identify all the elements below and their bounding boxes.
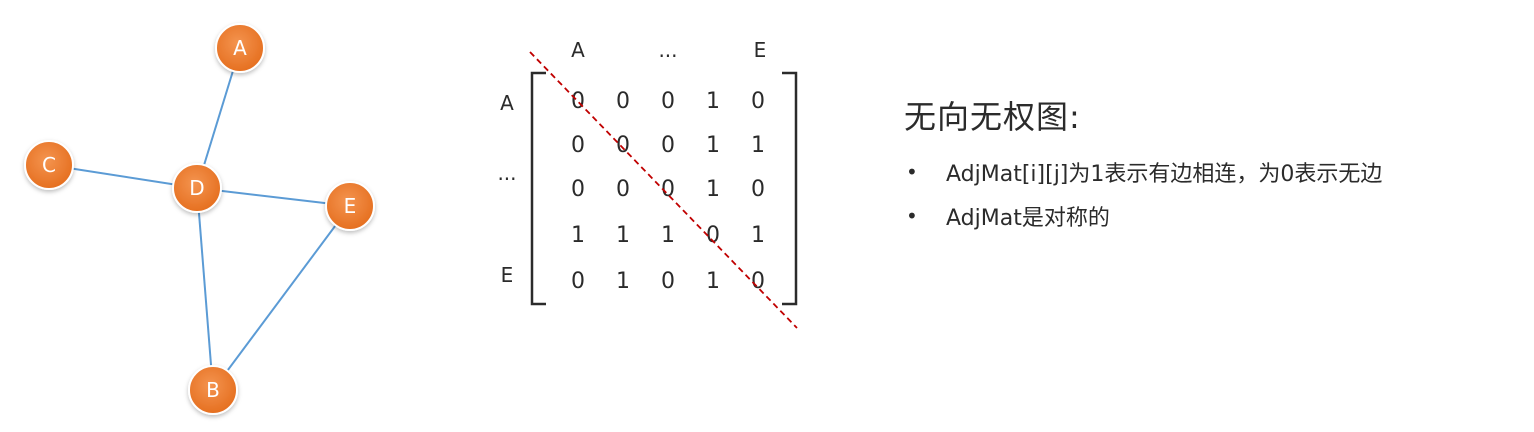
matrix-cell: 0 (571, 177, 585, 202)
matrix-cell: 0 (571, 269, 585, 294)
node-b: B (188, 365, 238, 415)
description-panel: 无向无权图: • AdjMat[i][j]为1表示有边相连，为0表示无边 • A… (904, 92, 1524, 238)
matrix-column-header: E (754, 38, 767, 62)
node-label: A (233, 36, 247, 60)
matrix-cell: 0 (751, 89, 765, 114)
matrix-cell: 0 (616, 177, 630, 202)
matrix-column-header: A (571, 38, 585, 62)
node-label: D (189, 176, 204, 200)
matrix-cell: 1 (751, 133, 765, 158)
matrix-row-header: E (501, 263, 514, 287)
matrix-cell: 1 (706, 133, 720, 158)
matrix-cell: 0 (571, 89, 585, 114)
matrix-cell: 1 (706, 89, 720, 114)
matrix-cell: 1 (706, 269, 720, 294)
matrix-cell: 1 (706, 177, 720, 202)
matrix-cell: 1 (571, 223, 585, 248)
matrix-cell: 1 (661, 223, 675, 248)
node-d: D (172, 163, 222, 213)
matrix-cell: 1 (616, 223, 630, 248)
matrix-cell: 0 (571, 133, 585, 158)
node-label: B (206, 378, 220, 402)
edge-e-b (212, 205, 351, 391)
matrix-right-bracket (782, 71, 798, 306)
bullet-item: • AdjMat是对称的 (904, 194, 1524, 238)
matrix-cells: 0 0 0 1 00 0 0 1 10 0 0 1 01 1 1 0 10 1 0 1 0 (571, 89, 765, 294)
matrix-cell: 0 (661, 89, 675, 114)
bullet-icon: • (906, 204, 918, 228)
bullet-text: AdjMat是对称的 (946, 206, 1110, 231)
matrix-row-headers: A... E (497, 91, 516, 287)
bullet-item: • AdjMat[i][j]为1表示有边相连，为0表示无边 (904, 150, 1524, 194)
matrix-column-headers: A... E (571, 38, 766, 62)
matrix-cell: 0 (616, 89, 630, 114)
node-a: A (215, 23, 265, 73)
node-e: E (325, 181, 375, 231)
node-label: E (344, 194, 357, 218)
panel-title: 无向无权图: (904, 98, 1081, 136)
matrix-row-header: ... (497, 161, 516, 185)
matrix-left-bracket (530, 71, 546, 306)
matrix-cell: 0 (661, 269, 675, 294)
matrix-row-header: A (500, 91, 514, 115)
bullet-icon: • (906, 160, 918, 184)
matrix-column-header: ... (658, 38, 677, 62)
matrix-cell: 1 (616, 269, 630, 294)
adjacency-matrix: A... E A...E 0 0 0 1 00 0 0 1 10 0 0 1 01 1 1 0 10 1 0 1 0 (497, 38, 798, 329)
edge-d-b (196, 187, 214, 391)
matrix-cell: 1 (751, 223, 765, 248)
matrix-cell: 0 (751, 177, 765, 202)
node-label: C (42, 153, 56, 177)
bullet-text: AdjMat[i][j]为1表示有边相连，为0表示无边 (946, 162, 1383, 187)
graph-edges (48, 47, 351, 391)
node-c: C (24, 140, 74, 190)
matrix-cell: 0 (661, 133, 675, 158)
